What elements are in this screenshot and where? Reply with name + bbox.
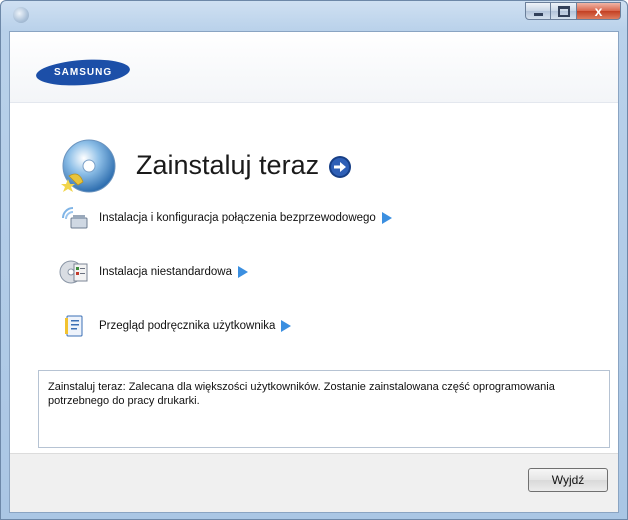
installer-window: x SAMSUNG Zainstaluj teraz Instalacja i … [0, 0, 628, 520]
menu-item-custom-install[interactable]: Instalacja niestandardowa [59, 258, 249, 286]
menu-item-label: Instalacja i konfiguracja połączenia bez… [99, 212, 376, 224]
minimize-button[interactable] [525, 2, 551, 20]
menu-item-wireless-setup[interactable]: Instalacja i konfiguracja połączenia bez… [59, 204, 393, 232]
close-button[interactable]: x [577, 2, 621, 20]
chevron-right-icon [237, 266, 248, 278]
installer-content: SAMSUNG Zainstaluj teraz Instalacja i ko… [9, 31, 619, 513]
maximize-button[interactable] [551, 2, 577, 20]
wireless-icon [62, 207, 88, 229]
custom-install-icon [59, 260, 88, 284]
minimize-icon [533, 12, 543, 16]
chevron-right-icon [381, 212, 392, 224]
title-bar[interactable]: x [1, 1, 627, 31]
exit-button[interactable]: Wyjdź [528, 468, 608, 492]
chevron-right-icon [281, 320, 292, 332]
header-band: SAMSUNG [10, 32, 618, 103]
go-arrow-icon[interactable] [328, 155, 352, 179]
install-disc-icon [61, 139, 116, 193]
menu-item-label: Przegląd podręcznika użytkownika [99, 320, 276, 332]
app-icon [13, 7, 29, 23]
window-controls: x [525, 2, 621, 20]
footer-bar: Wyjdź [10, 453, 618, 512]
maximize-icon [557, 5, 570, 17]
menu-item-user-guide[interactable]: Przegląd podręcznika użytkownika [59, 312, 292, 340]
samsung-logo: SAMSUNG [35, 56, 131, 89]
close-icon: x [594, 3, 603, 19]
menu-item-label: Instalacja niestandardowa [99, 266, 232, 278]
samsung-logo-text: SAMSUNG [53, 67, 113, 78]
hero-title[interactable]: Zainstaluj teraz [136, 150, 319, 181]
user-guide-icon [65, 315, 83, 337]
description-box: Zainstaluj teraz: Zalecana dla większośc… [38, 370, 610, 448]
